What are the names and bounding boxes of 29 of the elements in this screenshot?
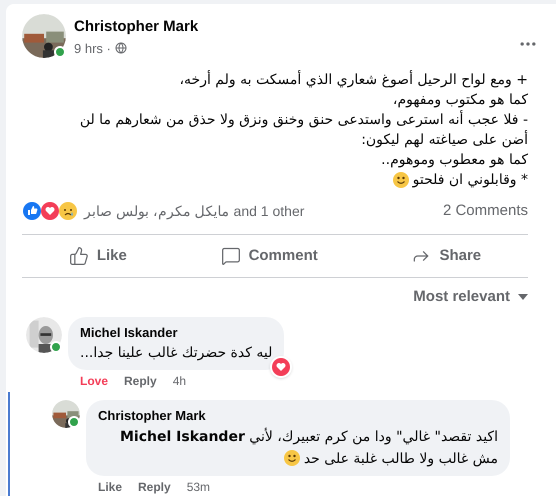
comment-author[interactable]: Christopher Mark bbox=[98, 406, 498, 426]
post-text-line: كما هو مكتوب ومفهوم، bbox=[392, 91, 528, 110]
globe-icon bbox=[114, 42, 127, 54]
comment-author[interactable]: Michel Iskander bbox=[80, 322, 272, 342]
thumbs-up-icon bbox=[68, 246, 89, 266]
speech-bubble-icon bbox=[220, 246, 241, 266]
comment-time: 4h bbox=[172, 373, 186, 390]
reply-link[interactable]: Reply bbox=[138, 478, 171, 496]
comment-button[interactable]: Comment bbox=[208, 240, 330, 272]
post-author[interactable]: Christopher Mark bbox=[74, 16, 510, 38]
post-text-line: - فلا عجب أنه استرعى واستدعى حنق وخنق ونزق ولا حذق من شعارهم ما لن أضن على صياغته لهم ليكون: bbox=[78, 110, 528, 150]
caret-icon bbox=[518, 294, 528, 300]
comment-time: 53m bbox=[186, 478, 210, 496]
sort-dropdown[interactable]: Most relevant bbox=[413, 286, 528, 308]
reaction-names[interactable]: مايكل مكرم، بولس صابر and 1 other bbox=[84, 200, 304, 222]
post-text-line: + ومع لواح الرحيل أصوغ شعاري الذي أمسكت به ولم أرخه، bbox=[180, 70, 528, 90]
reply-link[interactable]: Reply bbox=[124, 372, 157, 390]
reaction-icons[interactable] bbox=[22, 201, 78, 221]
love-reaction-badge[interactable] bbox=[270, 356, 292, 378]
comment-text: ليه كدة حضرتك غالب علينا جدا... bbox=[80, 345, 272, 361]
like-button[interactable]: Like bbox=[56, 240, 139, 272]
reaction-link[interactable]: Like bbox=[98, 478, 122, 496]
reaction-link[interactable]: Love bbox=[80, 372, 108, 390]
post-time[interactable]: 9 hrs · bbox=[74, 38, 111, 58]
post-text-line: كما هو معطوب وموهوم.. bbox=[381, 151, 528, 170]
post-text-line: * وقابلوني ان فلحتو bbox=[412, 171, 528, 190]
smiley-icon bbox=[392, 172, 409, 188]
comments-count[interactable]: 2 Comments bbox=[442, 200, 528, 222]
share-button[interactable]: Share bbox=[399, 240, 494, 272]
